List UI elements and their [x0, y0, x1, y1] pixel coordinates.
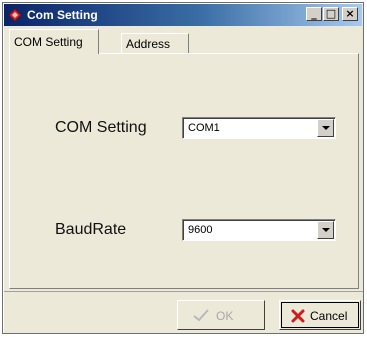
- baudrate-select[interactable]: 9600: [182, 219, 336, 241]
- close-button[interactable]: ×: [342, 7, 358, 21]
- com-port-dropdown-button[interactable]: [317, 119, 334, 137]
- ok-button[interactable]: OK: [177, 300, 265, 330]
- baudrate-value: 9600: [188, 224, 213, 236]
- maximize-button[interactable]: □: [323, 7, 339, 21]
- tab-strip: COM Setting Address: [9, 29, 357, 54]
- cancel-label: Cancel: [310, 309, 348, 323]
- button-bar: OK Cancel: [4, 291, 363, 333]
- red-x-icon: [291, 309, 305, 326]
- com-port-select[interactable]: COM1: [182, 117, 336, 139]
- checkmark-icon: [192, 308, 210, 325]
- ok-label: OK: [216, 309, 234, 323]
- tab-com-setting[interactable]: COM Setting: [9, 29, 99, 54]
- cancel-button[interactable]: Cancel: [279, 300, 361, 330]
- com-setting-window: Com Setting _ □ × COM Setting Address CO…: [2, 2, 364, 334]
- triangle-down-icon: [322, 228, 330, 232]
- window-title: Com Setting: [27, 8, 98, 22]
- title-bar[interactable]: Com Setting _ □ ×: [4, 4, 362, 26]
- baudrate-label: BaudRate: [55, 221, 127, 238]
- tab-address[interactable]: Address: [121, 33, 189, 53]
- minimize-button[interactable]: _: [306, 7, 322, 21]
- com-setting-label: COM Setting: [55, 119, 147, 136]
- app-icon: [8, 8, 22, 22]
- baudrate-dropdown-button[interactable]: [317, 221, 334, 239]
- com-port-value: COM1: [188, 122, 220, 134]
- triangle-down-icon: [322, 126, 330, 130]
- tab-panel: COM Setting COM1 BaudRate 9600: [9, 53, 359, 289]
